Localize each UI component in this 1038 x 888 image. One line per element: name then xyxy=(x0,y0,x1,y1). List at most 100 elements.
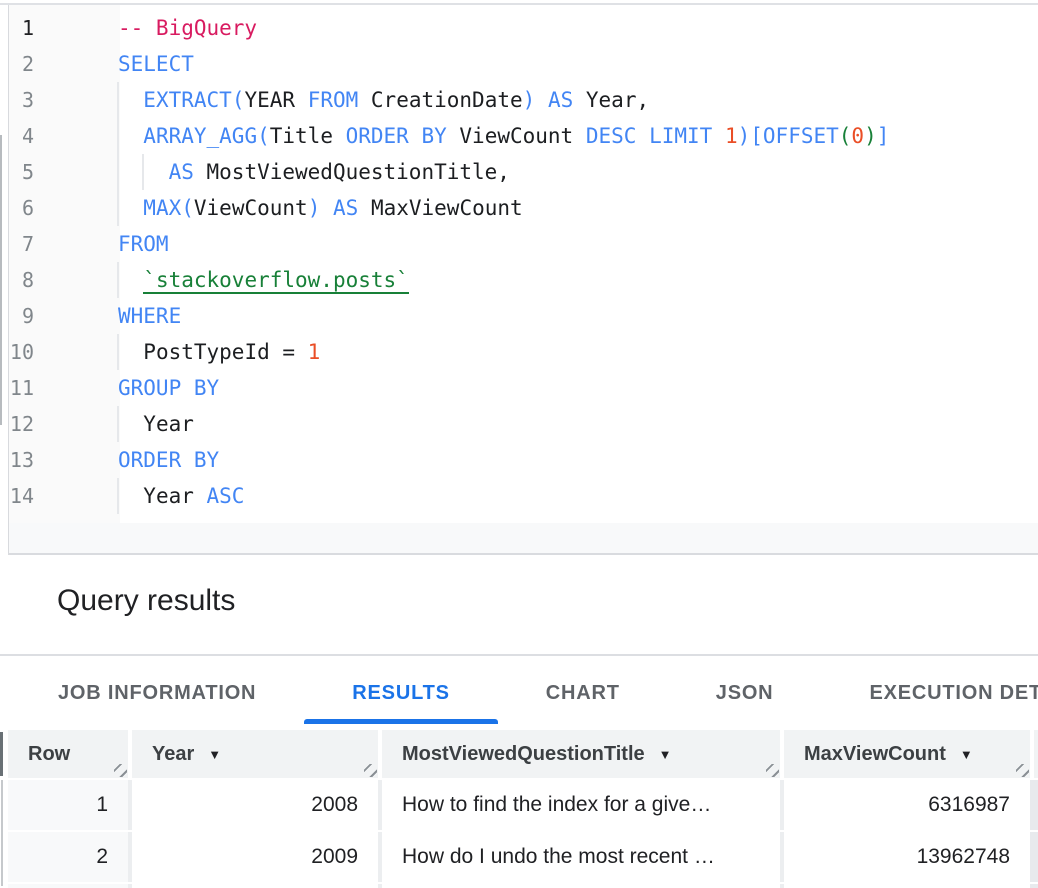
indent-guide xyxy=(117,262,119,298)
code-line: 3 EXTRACT(YEAR FROM CreationDate) AS Yea… xyxy=(9,82,1029,118)
code-token: 1 xyxy=(308,340,321,364)
line-number: 13 xyxy=(9,448,120,472)
code-line: 7FROM xyxy=(9,226,1029,262)
code-line-content[interactable]: SELECT xyxy=(118,46,1029,82)
code-token: OFFSET xyxy=(763,124,839,148)
left-scrollbar[interactable] xyxy=(0,135,2,425)
tab-label: CHART xyxy=(546,682,620,705)
code-line-content[interactable]: MAX(ViewCount) AS MaxViewCount xyxy=(118,190,1029,226)
sort-dropdown-icon[interactable]: ▼ xyxy=(659,747,672,762)
column-label: MaxViewCount xyxy=(804,743,946,766)
column-resize-handle[interactable] xyxy=(114,764,127,777)
line-number: 12 xyxy=(9,412,120,436)
code-token xyxy=(118,88,143,112)
line-number: 8 xyxy=(9,268,120,292)
editor-left-border xyxy=(8,5,9,553)
code-line: 12 Year xyxy=(9,406,1029,442)
tab-chart[interactable]: CHART xyxy=(498,656,668,730)
vertical-scrollbar[interactable] xyxy=(1,780,3,886)
table-row: 22009How do I undo the most recent …1396… xyxy=(8,832,1038,882)
code-token: MostViewedQuestionTitle, xyxy=(194,160,510,184)
cell-most-viewed-question-title xyxy=(382,884,780,888)
code-token: Year, xyxy=(573,88,649,112)
tab-results[interactable]: RESULTS xyxy=(304,656,497,730)
code-line: 6 MAX(ViewCount) AS MaxViewCount xyxy=(9,190,1029,226)
code-line-content[interactable]: PostTypeId = 1 xyxy=(118,334,1029,370)
code-token xyxy=(118,124,143,148)
indent-guide xyxy=(117,82,119,118)
column-resize-handle[interactable] xyxy=(766,764,779,777)
code-line-content[interactable]: Year ASC xyxy=(118,478,1029,514)
line-number: 6 xyxy=(9,196,120,220)
code-line-content[interactable]: Year xyxy=(118,406,1029,442)
editor-footer-strip xyxy=(9,523,1038,553)
code-token: CreationDate xyxy=(358,88,522,112)
code-line-content[interactable]: GROUP BY xyxy=(118,370,1029,406)
table-row: 12008How to find the index for a give…63… xyxy=(8,780,1038,830)
code-token: PostTypeId = xyxy=(143,340,307,364)
tab-execution-details[interactable]: EXECUTION DETAILS xyxy=(821,656,1038,730)
code-token: GROUP BY xyxy=(118,376,219,400)
sort-dropdown-icon[interactable]: ▼ xyxy=(208,747,221,762)
indent-guide xyxy=(117,406,119,442)
code-token xyxy=(712,124,725,148)
line-number: 3 xyxy=(9,88,120,112)
code-token: WHERE xyxy=(118,304,181,328)
tab-label: RESULTS xyxy=(352,682,449,705)
code-line: 8 `stackoverflow.posts` xyxy=(9,262,1029,298)
cell-row-index xyxy=(8,884,128,888)
code-line-content[interactable]: ORDER BY xyxy=(118,442,1029,478)
column-label: Year xyxy=(152,743,194,766)
tab-json[interactable]: JSON xyxy=(668,656,822,730)
table-reference-link[interactable]: `stackoverflow.posts` xyxy=(143,268,409,294)
indent-guide xyxy=(117,154,119,190)
code-token: Title xyxy=(270,124,346,148)
code-token: ( xyxy=(232,88,245,112)
code-line-content[interactable]: ARRAY_AGG(Title ORDER BY ViewCount DESC … xyxy=(118,118,1029,154)
code-token xyxy=(636,124,649,148)
code-line-content[interactable]: AS MostViewedQuestionTitle, xyxy=(118,154,1029,190)
cell-max-view-count: 6316987 xyxy=(784,780,1030,830)
cell-max-view-count xyxy=(784,884,1030,888)
cell-year xyxy=(132,884,378,888)
code-token: -- BigQuery xyxy=(118,16,257,40)
code-line-content[interactable]: WHERE xyxy=(118,298,1029,334)
code-line-content[interactable]: FROM xyxy=(118,226,1029,262)
code-token: MAX xyxy=(143,196,181,220)
column-header-year[interactable]: Year ▼ xyxy=(132,730,378,778)
line-number: 2 xyxy=(9,52,120,76)
line-number: 14 xyxy=(9,484,120,508)
code-line-content[interactable]: EXTRACT(YEAR FROM CreationDate) AS Year, xyxy=(118,82,1029,118)
code-token: ViewCount xyxy=(447,124,586,148)
line-number: 5 xyxy=(9,160,120,184)
column-resize-handle[interactable] xyxy=(1016,764,1029,777)
code-token: LIMIT xyxy=(649,124,712,148)
code-token: AS xyxy=(333,196,358,220)
tab-job-information[interactable]: JOB INFORMATION xyxy=(10,656,304,730)
code-token: YEAR xyxy=(244,88,307,112)
code-lines[interactable]: 1-- BigQuery2SELECT3 EXTRACT(YEAR FROM C… xyxy=(9,10,1029,514)
code-token: ViewCount xyxy=(194,196,308,220)
code-line-content[interactable]: `stackoverflow.posts` xyxy=(118,262,1029,298)
code-line-content[interactable]: -- BigQuery xyxy=(118,10,1029,46)
cell-row-index: 2 xyxy=(8,832,128,882)
sort-dropdown-icon[interactable]: ▼ xyxy=(960,747,973,762)
column-label: MostViewedQuestionTitle xyxy=(402,743,645,766)
column-header-mostviewedquestiontitle[interactable]: MostViewedQuestionTitle ▼ xyxy=(382,730,780,778)
code-token: FROM xyxy=(308,88,359,112)
indent-guide xyxy=(117,478,119,514)
column-header-maxviewcount[interactable]: MaxViewCount ▼ xyxy=(784,730,1030,778)
column-resize-handle[interactable] xyxy=(364,764,377,777)
vertical-scrollbar-header-segment[interactable] xyxy=(0,732,3,776)
sql-code-editor[interactable]: 1-- BigQuery2SELECT3 EXTRACT(YEAR FROM C… xyxy=(0,5,1038,553)
cell-most-viewed-question-title: How to find the index for a give… xyxy=(382,780,780,830)
cell-row-index: 1 xyxy=(8,780,128,830)
code-token: ) xyxy=(523,88,536,112)
line-number: 1 xyxy=(9,16,120,40)
code-token: ORDER BY xyxy=(346,124,447,148)
code-token: AS xyxy=(169,160,194,184)
code-token: ) xyxy=(308,196,321,220)
code-token: AS xyxy=(548,88,573,112)
table-header-row: RowYear▼MostViewedQuestionTitle▼MaxViewC… xyxy=(8,730,1038,778)
query-results-header: Query results xyxy=(0,555,1038,654)
